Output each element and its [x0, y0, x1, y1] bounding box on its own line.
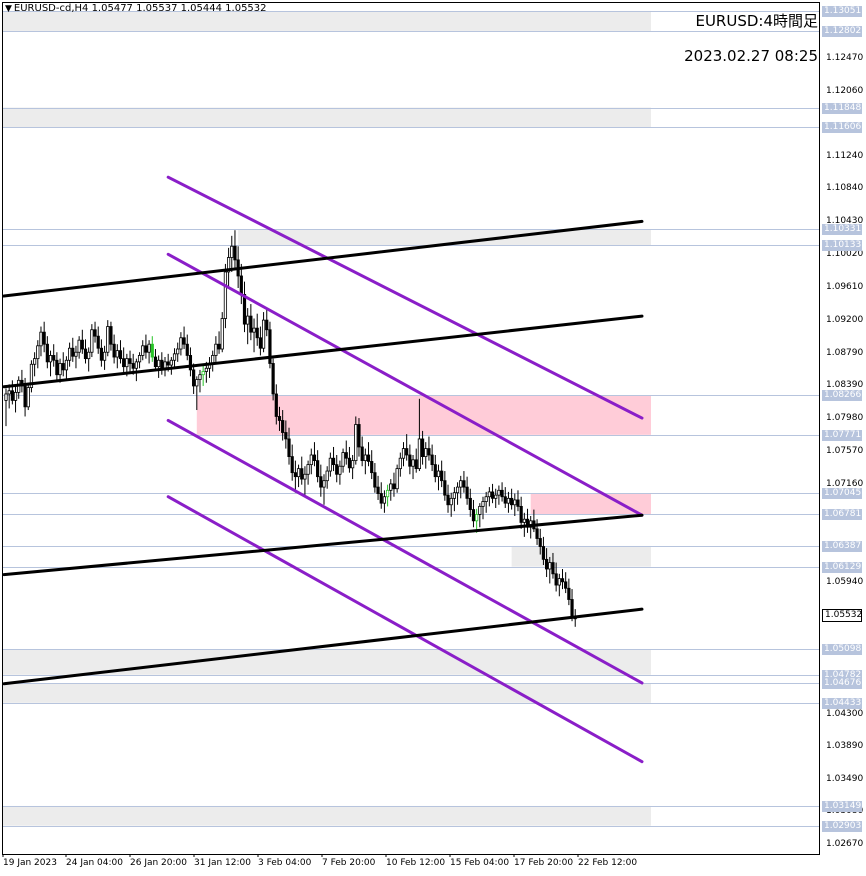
time-tick-label: 7 Feb 20:00	[322, 858, 376, 868]
price-tick-label: 1.12470	[826, 52, 864, 63]
level-price-label: 1.10331	[822, 224, 862, 236]
chart-datetime-overlay: 2023.02.27 08:25	[684, 47, 818, 65]
level-price-label: 1.10133	[822, 240, 862, 252]
price-tick-label: 1.12060	[826, 85, 864, 96]
price-tick-label: 1.03490	[826, 773, 864, 784]
plot-frame	[2, 2, 820, 855]
price-tick-label: 1.03890	[826, 741, 864, 752]
chart-title-overlay: EURUSD:4時間足	[695, 12, 818, 30]
time-tick-label: 10 Feb 12:00	[386, 858, 446, 868]
price-tick-label: 1.07980	[826, 413, 864, 424]
price-tick-label: 1.02670	[826, 839, 864, 850]
level-price-label: 1.06129	[822, 561, 862, 573]
price-tick-label: 1.07570	[826, 445, 864, 456]
level-price-label: 1.11606	[822, 121, 862, 133]
time-tick-label: 3 Feb 04:00	[258, 858, 312, 868]
price-tick-label: 1.10840	[826, 183, 864, 194]
level-price-label: 1.07771	[822, 429, 862, 441]
level-price-label: 1.07045	[822, 488, 862, 500]
level-price-label: 1.08266	[822, 390, 862, 402]
price-tick-label: 1.08790	[826, 348, 864, 359]
time-tick-label: 17 Feb 20:00	[514, 858, 574, 868]
time-tick-label: 22 Feb 12:00	[578, 858, 638, 868]
level-price-label: 1.03149	[822, 800, 862, 812]
level-price-label: 1.11848	[822, 102, 862, 114]
time-tick-label: 31 Jan 12:00	[194, 858, 251, 868]
level-price-label: 1.13051	[822, 5, 862, 17]
time-tick-label: 26 Jan 20:00	[130, 858, 187, 868]
level-price-label: 1.04433	[822, 697, 862, 709]
level-price-label: 1.06781	[822, 509, 862, 521]
level-price-label: 1.12802	[822, 25, 862, 37]
price-tick-label: 1.09610	[826, 282, 864, 293]
symbol-info-text: EURUSD-cd,H4 1.05477 1.05537 1.05444 1.0…	[13, 3, 267, 14]
level-price-label: 1.05098	[822, 644, 862, 656]
chart-window[interactable]: ▼ EURUSD-cd,H4 1.05477 1.05537 1.05444 1.…	[0, 0, 866, 876]
level-price-label: 1.04676	[822, 678, 862, 690]
symbol-header: ▼ EURUSD-cd,H4 1.05477 1.05537 1.05444 1.…	[5, 3, 267, 14]
time-tick-label: 19 Jan 2023	[3, 858, 57, 868]
price-tick-label: 1.05940	[826, 576, 864, 587]
level-price-label: 1.06387	[822, 540, 862, 552]
price-tick-label: 1.09200	[826, 315, 864, 326]
time-tick-label: 15 Feb 04:00	[450, 858, 510, 868]
level-price-label: 1.02903	[822, 820, 862, 832]
price-tick-label: 1.04300	[826, 708, 864, 719]
time-tick-label: 24 Jan 04:00	[66, 858, 123, 868]
price-tick-label: 1.11240	[826, 151, 864, 162]
current-price-label: 1.05532	[822, 608, 862, 622]
collapse-triangle-icon[interactable]: ▼	[5, 4, 12, 14]
